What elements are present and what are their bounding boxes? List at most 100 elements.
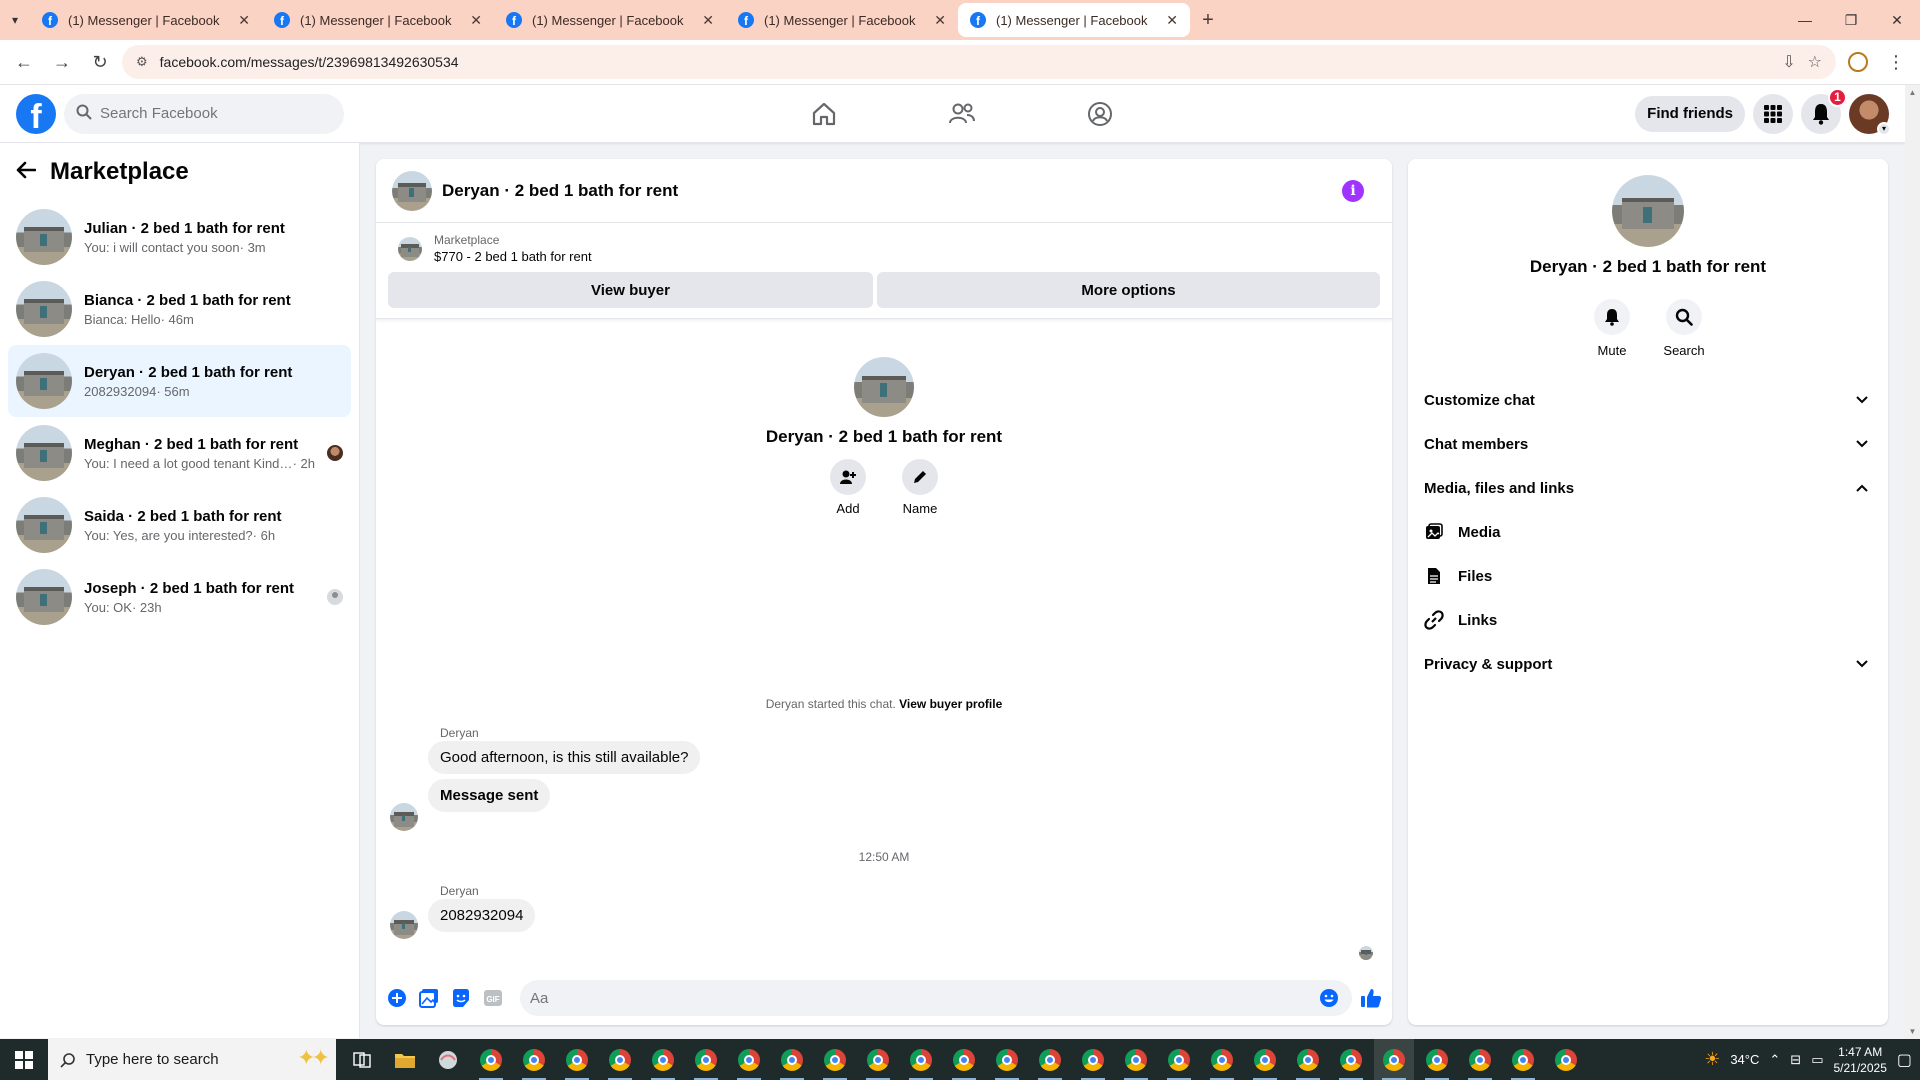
chrome-icon[interactable] bbox=[987, 1039, 1027, 1080]
media-item[interactable]: Media bbox=[1416, 510, 1880, 554]
message-input-wrapper[interactable] bbox=[520, 980, 1352, 1016]
sender-avatar[interactable] bbox=[390, 803, 418, 831]
chrome-icon[interactable] bbox=[901, 1039, 941, 1080]
files-item[interactable]: Files bbox=[1416, 554, 1880, 598]
conversation-item[interactable]: Bianca · 2 bed 1 bath for rent Bianca: He… bbox=[8, 273, 351, 345]
back-arrow-icon[interactable] bbox=[16, 159, 37, 185]
site-info-icon[interactable]: ⚙ bbox=[136, 54, 148, 70]
chrome-icon[interactable] bbox=[1159, 1039, 1199, 1080]
message-bubble[interactable]: Good afternoon, is this still available? bbox=[428, 741, 701, 774]
conversation-item[interactable]: Deryan · 2 bed 1 bath for rent 2082932094… bbox=[8, 345, 351, 417]
chrome-icon[interactable] bbox=[1460, 1039, 1500, 1080]
chrome-icon[interactable] bbox=[858, 1039, 898, 1080]
view-buyer-button[interactable]: View buyer bbox=[388, 272, 874, 308]
chrome-icon[interactable] bbox=[686, 1039, 726, 1080]
reload-button[interactable]: ↻ bbox=[84, 46, 116, 78]
tab-search-button[interactable]: ▾ bbox=[0, 0, 30, 40]
chevron-up-icon[interactable]: ⌃ bbox=[1769, 1052, 1780, 1068]
chrome-icon[interactable] bbox=[1116, 1039, 1156, 1080]
facebook-search[interactable] bbox=[64, 93, 344, 134]
minimize-button[interactable]: — bbox=[1782, 0, 1828, 40]
chrome-icon[interactable] bbox=[1073, 1039, 1113, 1080]
chrome-icon[interactable] bbox=[1546, 1039, 1586, 1080]
chrome-icon[interactable] bbox=[815, 1039, 855, 1080]
taskbar-search[interactable]: Type here to search ✦✦ bbox=[48, 1039, 336, 1080]
info-icon[interactable]: i bbox=[1342, 179, 1364, 202]
panel-thumbnail[interactable] bbox=[1612, 175, 1684, 247]
chrome-icon[interactable] bbox=[1288, 1039, 1328, 1080]
sender-avatar[interactable] bbox=[390, 911, 418, 939]
edit-name-button[interactable]: Name bbox=[898, 459, 942, 516]
install-app-icon[interactable]: ⇩ bbox=[1782, 52, 1795, 72]
chrome-icon[interactable] bbox=[514, 1039, 554, 1080]
message-input[interactable] bbox=[530, 989, 1316, 1007]
scroll-up-arrow[interactable]: ▲ bbox=[1905, 85, 1920, 100]
chrome-icon[interactable] bbox=[600, 1039, 640, 1080]
notifications-bell-icon[interactable]: 1 bbox=[1801, 87, 1847, 134]
chrome-icon[interactable] bbox=[643, 1039, 683, 1080]
scroll-down-arrow[interactable]: ▼ bbox=[1905, 1024, 1920, 1039]
file-explorer-icon[interactable] bbox=[385, 1039, 425, 1080]
conversation-item[interactable]: Julian · 2 bed 1 bath for rent You: i wil… bbox=[8, 201, 351, 273]
browser-profile-icon[interactable] bbox=[1842, 46, 1874, 78]
chrome-icon[interactable] bbox=[1374, 1039, 1414, 1080]
chat-title[interactable]: Deryan · 2 bed 1 bath for rent bbox=[442, 181, 1332, 201]
friends-icon[interactable] bbox=[893, 85, 1031, 143]
volume-icon[interactable]: ▭ bbox=[1811, 1052, 1823, 1068]
privacy-support-section[interactable]: Privacy & support bbox=[1416, 642, 1880, 686]
chrome-icon[interactable] bbox=[944, 1039, 984, 1080]
new-tab-button[interactable]: + bbox=[1190, 3, 1226, 37]
browser-tab[interactable]: f (1) Messenger | Facebook ✕ bbox=[958, 3, 1190, 37]
back-button[interactable]: ← bbox=[8, 46, 40, 78]
chrome-icon[interactable] bbox=[1245, 1039, 1285, 1080]
chrome-icon[interactable] bbox=[729, 1039, 769, 1080]
chat-listing-thumbnail[interactable] bbox=[392, 170, 432, 211]
chrome-icon[interactable] bbox=[1030, 1039, 1070, 1080]
chrome-icon[interactable] bbox=[1202, 1039, 1242, 1080]
bookmark-star-icon[interactable]: ☆ bbox=[1808, 52, 1822, 72]
browser-menu-icon[interactable]: ⋮ bbox=[1880, 46, 1912, 78]
menu-grid-icon[interactable] bbox=[1753, 93, 1793, 134]
forward-button[interactable]: → bbox=[46, 46, 78, 78]
home-icon[interactable] bbox=[755, 85, 893, 143]
task-view-icon[interactable] bbox=[342, 1039, 382, 1080]
find-friends-button[interactable]: Find friends bbox=[1635, 95, 1745, 132]
notification-center-icon[interactable]: ▢ bbox=[1897, 1050, 1912, 1070]
conversation-item[interactable]: Saida · 2 bed 1 bath for rent You: Yes, a… bbox=[8, 489, 351, 561]
close-tab-icon[interactable]: ✕ bbox=[1166, 12, 1178, 29]
restore-button[interactable]: ❐ bbox=[1828, 0, 1874, 40]
chrome-icon[interactable] bbox=[1331, 1039, 1371, 1080]
taskbar-clock[interactable]: 1:47 AM 5/21/2025 bbox=[1833, 1044, 1886, 1076]
weather-icon[interactable]: ☀ bbox=[1704, 1049, 1720, 1070]
mute-button[interactable]: Mute bbox=[1594, 299, 1630, 358]
more-options-button[interactable]: More options bbox=[877, 272, 1380, 308]
conversation-item[interactable]: Meghan · 2 bed 1 bath for rent You: I nee… bbox=[8, 417, 351, 489]
search-input[interactable] bbox=[100, 105, 320, 122]
address-bar[interactable]: ⚙ facebook.com/messages/t/23969813492630… bbox=[122, 45, 1836, 79]
search-in-conversation-button[interactable]: Search bbox=[1663, 299, 1705, 358]
chrome-icon[interactable] bbox=[471, 1039, 511, 1080]
emoji-icon[interactable] bbox=[1316, 985, 1342, 1011]
gif-icon[interactable]: GIF bbox=[480, 985, 506, 1011]
close-tab-icon[interactable]: ✕ bbox=[470, 12, 482, 29]
add-people-button[interactable]: Add bbox=[826, 459, 870, 516]
app-icon[interactable] bbox=[428, 1039, 468, 1080]
close-tab-icon[interactable]: ✕ bbox=[702, 12, 714, 29]
thumbs-up-icon[interactable] bbox=[1358, 985, 1384, 1011]
browser-tab[interactable]: f (1) Messenger | Facebook ✕ bbox=[494, 3, 726, 37]
browser-tab[interactable]: f (1) Messenger | Facebook ✕ bbox=[726, 3, 958, 37]
close-window-button[interactable]: ✕ bbox=[1874, 0, 1920, 40]
network-icon[interactable]: ⊟ bbox=[1790, 1052, 1801, 1068]
plus-circle-icon[interactable] bbox=[384, 985, 410, 1011]
profile-icon[interactable] bbox=[1031, 85, 1169, 143]
media-files-links-section[interactable]: Media, files and links bbox=[1416, 466, 1880, 510]
browser-tab[interactable]: f (1) Messenger | Facebook ✕ bbox=[262, 3, 494, 37]
chrome-icon[interactable] bbox=[772, 1039, 812, 1080]
photo-icon[interactable] bbox=[416, 985, 442, 1011]
listing-summary[interactable]: Marketplace $770 - 2 bed 1 bath for rent bbox=[388, 233, 1380, 264]
links-item[interactable]: Links bbox=[1416, 598, 1880, 642]
browser-tab[interactable]: f (1) Messenger | Facebook ✕ bbox=[30, 3, 262, 37]
conversation-item[interactable]: Joseph · 2 bed 1 bath for rent You: OK · … bbox=[8, 561, 351, 633]
facebook-logo[interactable]: f bbox=[16, 93, 56, 134]
message-bubble[interactable]: Message sent bbox=[428, 779, 551, 812]
